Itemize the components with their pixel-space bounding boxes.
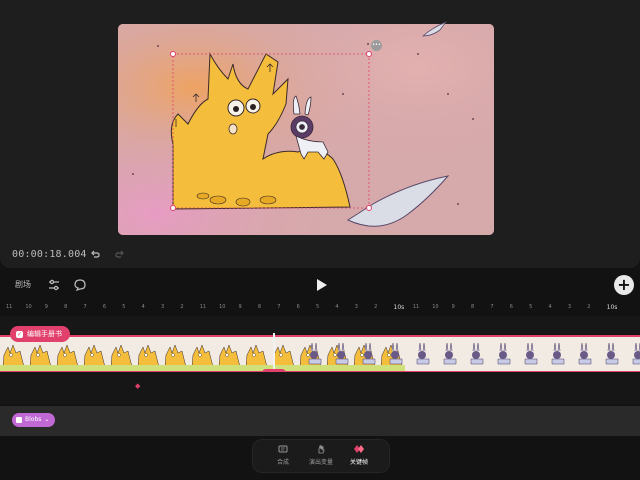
frame-thumbnail [567, 337, 595, 371]
ruler-tick-label: 9 [44, 304, 48, 310]
dock-label-keyframe: 关键帧 [349, 459, 368, 466]
speech-bubble-icon [74, 279, 86, 292]
playhead[interactable] [273, 333, 275, 373]
ruler-tick-label: 6 [102, 304, 107, 310]
redo-button[interactable] [113, 248, 127, 262]
frame-thumbnail [0, 337, 28, 371]
frame-thumbnail [54, 337, 82, 371]
play-button[interactable] [313, 277, 329, 293]
timecode-display: 00:00:18.004 [12, 249, 87, 260]
video-track[interactable] [0, 335, 640, 373]
ruler-tick-label: 3 [354, 304, 358, 310]
adjust-button[interactable] [46, 277, 62, 293]
frame-thumbnail [243, 337, 271, 371]
ruler-tick-label: 8 [64, 304, 68, 310]
ruler-tick-label: 7 [490, 304, 494, 310]
play-icon [317, 279, 327, 291]
frame-thumbnail [459, 337, 487, 371]
chevron-down-icon: ⌄ [44, 416, 50, 423]
frame-thumbnail [189, 337, 217, 371]
dock-item-compose[interactable]: 合成 [263, 444, 303, 466]
edit-manual-chip[interactable]: ✓ 编辑手册书 [10, 326, 70, 342]
ruler-tick-label: 11 [412, 304, 420, 310]
timeline-ruler[interactable]: 11 10 9 8 7 6 5 4 3 2 11 10 9 8 7 6 5 4 3 2 10s 11 10 9 8 7 6 5 4 3 2 1… [0, 300, 640, 314]
frame-thumbnail [594, 337, 622, 371]
ruler-tick-label: 4 [335, 304, 339, 310]
ruler-tick-label: 9 [238, 304, 242, 310]
app-root: ••• 00:00:18.004 剧场 + 11 10 9 8 7 6 5 4 … [0, 0, 640, 480]
dock-label-compose: 合成 [276, 459, 289, 466]
track-lane-middle [0, 372, 640, 404]
ruler-tick-label: 8 [471, 304, 475, 310]
frame-thumbnail [27, 337, 55, 371]
undo-button[interactable] [88, 248, 102, 262]
ruler-tick-label: 10s [606, 304, 618, 311]
blobs-chip-label: Blobs [25, 416, 42, 423]
frame-thumbnail [351, 337, 379, 371]
ruler-tick-label: 5 [529, 304, 533, 310]
ruler-tick-label: 10 [25, 304, 32, 310]
ruler-tick-label: 10 [219, 304, 226, 310]
ruler-tick-label: 6 [509, 304, 513, 310]
ruler-tick-label: 2 [374, 304, 378, 310]
ruler-tick-label: 4 [548, 304, 552, 310]
check-icon: ✓ [16, 330, 23, 338]
ruler-tick-label: 3 [161, 304, 165, 310]
track-lane-top [0, 316, 640, 334]
bottom-dock: 合成 演出变量 关键帧 [252, 439, 390, 473]
frame-thumbnail [405, 337, 433, 371]
frame-thumbnail [297, 337, 325, 371]
add-button[interactable]: + [614, 275, 634, 295]
frame-thumbnail [486, 337, 514, 371]
ruler-tick-label: 5 [316, 304, 320, 310]
keyframe-icon [354, 445, 364, 453]
keyframe-dot-icon[interactable]: ◆ [135, 382, 140, 390]
ruler-tick-label: 2 [180, 304, 184, 310]
ruler-tick-label: 10 [432, 304, 439, 310]
blob-track[interactable] [0, 406, 640, 436]
offcanvas-shape [421, 21, 448, 37]
frame-thumbnail [378, 337, 406, 371]
ruler-tick-label: 7 [83, 304, 87, 310]
hand-icon [318, 444, 325, 454]
ruler-tick-label: 2 [587, 304, 591, 310]
blobs-chip[interactable]: Blobs ⌄ [12, 413, 56, 427]
comment-button[interactable] [72, 277, 88, 293]
frame-thumbnail [432, 337, 460, 371]
ruler-tick-label: 3 [567, 304, 572, 310]
ruler-tick-label: 4 [141, 304, 145, 310]
redo-icon [115, 250, 124, 258]
ruler-tick-label: 9 [451, 304, 455, 310]
preview-panel: ••• 00:00:18.004 [0, 0, 640, 268]
frame-thumbnail [513, 337, 541, 371]
dock-item-performance[interactable]: 演出变量 [301, 444, 341, 466]
frame-thumbnail [324, 337, 352, 371]
frame-thumbnail [162, 337, 190, 371]
ruler-tick-label: 6 [296, 304, 300, 310]
layers-icon [278, 445, 288, 453]
dock-item-keyframe[interactable]: 关键帧 [339, 444, 379, 466]
frame-thumbnail [108, 337, 136, 371]
sliders-icon [49, 279, 59, 291]
frame-thumbnail [540, 337, 568, 371]
frame-thumbnail [621, 337, 640, 371]
blob-square-icon [16, 417, 22, 423]
ruler-tick-label: 10s [393, 304, 405, 311]
ruler-tick-label: 7 [277, 304, 281, 310]
frame-thumbnail [81, 337, 109, 371]
edit-chip-label: 编辑手册书 [27, 330, 62, 338]
dock-label-performance: 演出变量 [308, 459, 333, 466]
scene-button[interactable]: 剧场 [15, 279, 31, 290]
ruler-tick-label: 11 [6, 304, 13, 310]
ruler-tick-label: 8 [257, 304, 262, 310]
ruler-tick-label: 5 [122, 304, 126, 310]
frame-thumbnail [135, 337, 163, 371]
frame-thumbnail [216, 337, 244, 371]
undo-icon [91, 250, 100, 258]
ruler-tick-label: 11 [199, 304, 207, 310]
